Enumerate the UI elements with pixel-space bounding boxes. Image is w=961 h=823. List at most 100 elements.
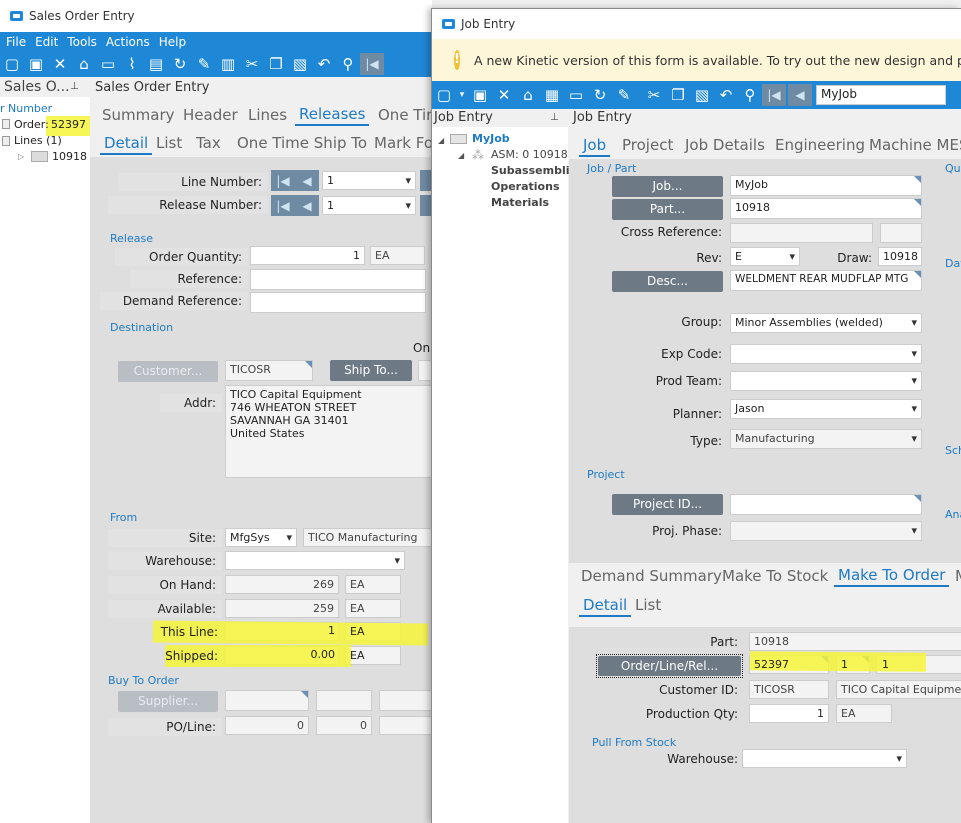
copy-icon[interactable]: ❐ [666,84,690,106]
cross-reference-field[interactable] [730,223,873,243]
attach-icon[interactable]: ⌂ [516,84,540,106]
menu-actions[interactable]: Actions [106,35,150,49]
job-button[interactable]: Job... [612,176,723,197]
binoculars-icon[interactable]: ⚲ [738,84,762,106]
link-icon[interactable]: ⌇ [120,53,144,75]
notes-icon[interactable]: ▭ [564,84,588,106]
tab-engineering[interactable]: Engineering [775,136,865,154]
project-id-button[interactable]: Project ID... [612,494,723,515]
attach-icon[interactable]: ⌂ [72,53,96,75]
part-button[interactable]: Part... [612,199,723,220]
project-id-field[interactable] [730,494,922,515]
tab-project[interactable]: Project [622,136,673,154]
tree-order-value[interactable]: 52397 [51,118,86,131]
part-field[interactable]: 10918 [730,198,922,219]
expand-icon[interactable]: ▷ [18,152,24,161]
binoculars-icon[interactable]: ⚲ [336,53,360,75]
undo-icon[interactable]: ↶ [312,53,336,75]
demand-reference-field[interactable] [250,292,426,313]
clear-icon[interactable]: ✎ [192,53,216,75]
tab-mto-detail[interactable]: Detail [578,596,632,617]
grid-icon[interactable]: ▦ [540,84,564,106]
save-icon[interactable]: ▣ [24,53,48,75]
group-select[interactable]: Minor Assemblies (welded) [730,313,922,333]
save-icon[interactable]: ▣ [468,84,492,106]
exp-code-select[interactable] [730,344,922,364]
paste-icon[interactable]: ▧ [288,53,312,75]
tree-lines[interactable]: Lines (1) [14,134,62,147]
release-prev-icon[interactable]: ◀ [295,195,319,216]
proj-phase-select[interactable] [730,521,922,541]
copy-icon[interactable]: ❐ [264,53,288,75]
type-select[interactable]: Manufacturing [730,429,922,449]
tree-subassemblies[interactable]: Subassembli [491,164,569,177]
line-prev-icon[interactable]: ◀ [295,170,319,191]
customer-button[interactable]: Customer... [118,361,218,382]
line-number-select[interactable]: 1 [322,171,416,190]
print-preview-icon[interactable]: ▤ [144,53,168,75]
tab-detail[interactable]: Detail [99,134,153,155]
supplier-button[interactable]: Supplier... [118,691,218,712]
refresh-icon[interactable]: ↻ [168,53,192,75]
menu-file[interactable]: File [6,35,26,49]
delete-icon[interactable]: ✕ [48,53,72,75]
tab-machine-mes[interactable]: Machine MES [869,136,961,154]
supplier-field[interactable] [225,690,309,711]
prod-team-select[interactable] [730,371,922,391]
clear-icon[interactable]: ✎ [612,84,636,106]
tab-tax[interactable]: Tax [196,134,221,152]
dropdown-icon[interactable]: ▾ [456,84,468,106]
tab-releases[interactable]: Releases [294,105,370,126]
job-search-field[interactable]: MyJob [816,85,946,105]
tree-order-label[interactable]: Order: [14,118,49,131]
cut-icon[interactable]: ✂ [240,53,264,75]
release-first-icon[interactable]: |◀ [271,195,295,216]
tab-one-time[interactable]: One Tim [378,106,432,124]
production-qty-field[interactable]: 1 [749,704,829,723]
tree-job[interactable]: MyJob [472,132,510,145]
tree-asm[interactable]: ASM: 0 10918 [491,148,568,161]
collapse-icon[interactable]: ◢ [438,136,444,145]
desc-button[interactable]: Desc... [612,271,723,292]
tree-materials[interactable]: Materials [491,196,549,209]
release-number-select[interactable]: 1 [322,196,416,215]
order-line-rel-button[interactable]: Order/Line/Rel... [598,656,741,676]
job-field[interactable]: MyJob [730,175,922,196]
order-quantity-field[interactable]: 1 [250,246,365,265]
tab-job-details[interactable]: Job Details [685,136,765,154]
warehouse-select[interactable] [225,551,405,570]
undo-icon[interactable]: ↶ [714,84,738,106]
menu-tools[interactable]: Tools [67,35,97,49]
po-line-field[interactable]: 0 [316,716,372,735]
tab-mark-for[interactable]: Mark Fo [374,134,432,152]
tab-job[interactable]: Job [578,136,611,157]
line-first-icon[interactable]: |◀ [271,170,295,191]
draw-field[interactable]: 10918 [878,247,922,266]
customer-id-field[interactable]: TICOSR [225,360,313,381]
nav-prev-icon[interactable]: ◀ [788,84,812,106]
new-icon[interactable]: ▢ [0,53,24,75]
menu-help[interactable]: Help [159,35,186,49]
tree-line-item[interactable]: 10918 [52,150,87,163]
tab-one-time-ship-to[interactable]: One Time Ship To [237,134,367,152]
rev-select[interactable]: E [730,247,800,266]
tab-make-to-order[interactable]: Make To Order [833,566,950,587]
reference-field[interactable] [250,269,426,290]
tab-lines[interactable]: Lines [248,106,287,124]
tab-more[interactable]: M [955,567,961,585]
pin-icon[interactable]: ⊥ [550,112,559,123]
tab-list[interactable]: List [156,134,182,152]
collapse-asm-icon[interactable]: ◢ [458,151,464,160]
paste-icon[interactable]: ▧ [690,84,714,106]
delete-icon[interactable]: ✕ [492,84,516,106]
nav-first-icon[interactable]: |◀ [360,53,384,75]
new-icon[interactable]: ▢ [432,84,456,106]
tab-mto-list[interactable]: List [635,596,661,614]
tab-make-to-stock[interactable]: Make To Stock [722,567,828,585]
refresh-icon[interactable]: ↻ [588,84,612,106]
cut-icon[interactable]: ✂ [642,84,666,106]
planner-select[interactable]: Jason [730,399,922,419]
po-field[interactable]: 0 [225,716,309,735]
notes-icon[interactable]: ▭ [96,53,120,75]
nav-first-icon[interactable]: |◀ [762,84,786,106]
